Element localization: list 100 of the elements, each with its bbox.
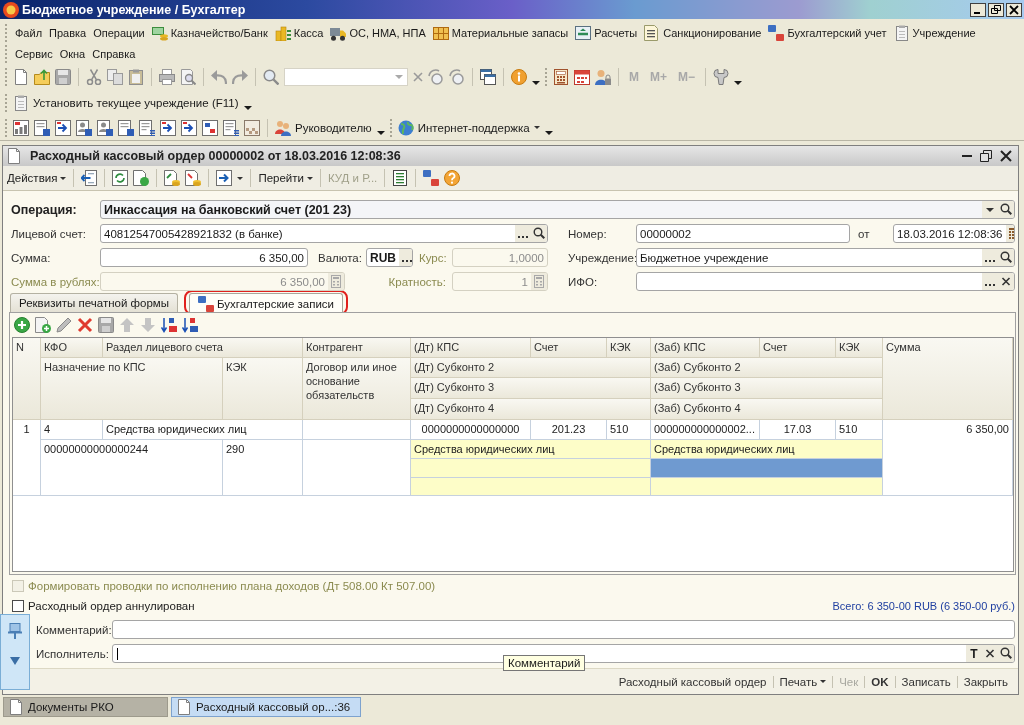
table-cell[interactable] bbox=[651, 459, 883, 478]
date-field[interactable]: 18.03.2016 12:08:36 bbox=[893, 224, 1015, 243]
menu-item[interactable]: Материальные запасы bbox=[432, 24, 569, 41]
squares-icon[interactable] bbox=[423, 170, 440, 186]
document-icon[interactable] bbox=[133, 170, 150, 186]
column-header[interactable]: (Заб) Субконто 4 bbox=[651, 399, 883, 420]
search-arrow-icon[interactable] bbox=[428, 69, 444, 85]
column-header[interactable]: Назначение по КПС bbox=[41, 358, 223, 420]
folder-icon[interactable] bbox=[34, 69, 50, 85]
menu-button[interactable]: Печать bbox=[772, 675, 833, 688]
column-header[interactable]: (Заб) Субконто 2 bbox=[651, 358, 883, 378]
table-cell[interactable]: Средства юридических лиц bbox=[651, 440, 883, 459]
clipboard-icon[interactable] bbox=[128, 69, 144, 85]
pencil-icon[interactable] bbox=[56, 317, 72, 333]
calendar-icon[interactable] bbox=[574, 69, 590, 85]
column-header[interactable]: Счет bbox=[760, 338, 836, 358]
menu-item[interactable]: Окна bbox=[59, 47, 86, 60]
search-icon[interactable] bbox=[998, 249, 1014, 266]
list-report-icon[interactable] bbox=[139, 119, 155, 136]
close-icon[interactable] bbox=[1000, 150, 1012, 162]
menu-item[interactable]: Сервис bbox=[15, 47, 53, 60]
restore-icon[interactable] bbox=[980, 150, 992, 162]
table-cell[interactable] bbox=[411, 459, 651, 478]
document-icon[interactable] bbox=[13, 69, 29, 85]
support-menu-button[interactable]: Интернет-поддержка bbox=[397, 119, 540, 136]
search-arrow-icon[interactable] bbox=[449, 69, 465, 85]
help-icon[interactable] bbox=[444, 170, 461, 186]
taskbar-button[interactable]: Документы РКО bbox=[3, 697, 168, 717]
grip-handle-icon[interactable] bbox=[5, 23, 8, 42]
grip-handle-icon[interactable] bbox=[5, 44, 8, 63]
search-icon[interactable] bbox=[531, 225, 547, 242]
column-header[interactable]: Договор или иное основание обязательств bbox=[303, 358, 411, 420]
column-header[interactable]: Сумма bbox=[883, 338, 1013, 420]
user-report-icon[interactable] bbox=[97, 119, 113, 136]
menu-item[interactable]: ОС, НМА, НПА bbox=[330, 24, 426, 41]
coins-document-icon[interactable] bbox=[185, 170, 202, 186]
amount-field[interactable]: 6 350,00 bbox=[100, 248, 308, 267]
menu-item[interactable]: Правка bbox=[49, 26, 87, 39]
taskbar-button[interactable]: Расходный кассовый ор...:36 bbox=[171, 697, 361, 717]
arrow-down-icon[interactable] bbox=[10, 657, 20, 665]
arrow-icon[interactable] bbox=[216, 170, 233, 186]
arrow-report-icon[interactable] bbox=[160, 119, 176, 136]
table-cell[interactable] bbox=[651, 478, 883, 496]
printer-icon[interactable] bbox=[159, 69, 175, 85]
number-field[interactable]: 00000002 bbox=[636, 224, 850, 243]
institution-field[interactable]: Бюджетное учреждение bbox=[636, 248, 1015, 267]
column-header[interactable]: КЭК bbox=[223, 358, 303, 420]
caret-icon[interactable] bbox=[243, 106, 252, 110]
grip-handle-icon[interactable] bbox=[5, 118, 8, 137]
squares-report-icon[interactable] bbox=[202, 119, 218, 136]
table-cell[interactable] bbox=[411, 478, 651, 496]
bar-chart-report-icon[interactable] bbox=[13, 119, 29, 136]
column-header[interactable]: Контрагент bbox=[303, 338, 411, 358]
menu-item[interactable]: Санкционирование bbox=[644, 24, 762, 41]
user-report-icon[interactable] bbox=[76, 119, 92, 136]
checkered-icon[interactable] bbox=[244, 119, 260, 136]
report-icon[interactable] bbox=[34, 119, 50, 136]
command-button[interactable]: Расходный кассовый ордер bbox=[612, 675, 773, 688]
column-header[interactable]: (Дт) Субконто 4 bbox=[411, 399, 651, 420]
menu-item[interactable]: Операции bbox=[93, 26, 145, 39]
coins-document-icon[interactable] bbox=[164, 170, 181, 186]
tab[interactable]: Бухгалтерские записи bbox=[189, 293, 344, 313]
caret-icon[interactable] bbox=[237, 176, 244, 180]
menu-item[interactable]: Касса bbox=[274, 24, 324, 41]
tab[interactable]: Реквизиты печатной формы bbox=[10, 293, 178, 312]
list-report-icon[interactable] bbox=[223, 119, 239, 136]
close-icon[interactable] bbox=[1006, 2, 1022, 17]
ifo-field[interactable] bbox=[636, 272, 1015, 291]
clear-icon[interactable] bbox=[998, 273, 1014, 290]
checkbox[interactable] bbox=[12, 599, 24, 612]
delete-icon[interactable] bbox=[77, 317, 93, 333]
command-button[interactable]: Записать bbox=[894, 675, 957, 688]
column-header[interactable]: (Дт) Субконто 2 bbox=[411, 358, 651, 378]
search-icon[interactable] bbox=[998, 201, 1014, 218]
refresh-icon[interactable] bbox=[112, 170, 129, 186]
set-institution-button[interactable]: Установить текущее учреждение (F11) bbox=[13, 94, 239, 111]
column-header[interactable]: (Заб) КПС bbox=[651, 338, 760, 358]
grip-handle-icon[interactable] bbox=[545, 68, 548, 86]
more-icon[interactable] bbox=[515, 225, 531, 242]
search-icon[interactable] bbox=[998, 645, 1014, 662]
comment-field[interactable] bbox=[112, 620, 1015, 639]
account-field[interactable]: 40812547005428921832 (в банке) bbox=[100, 224, 548, 243]
column-header[interactable]: КЭК bbox=[836, 338, 883, 358]
column-header[interactable]: (Дт) КПС bbox=[411, 338, 531, 358]
minimize-icon[interactable] bbox=[970, 2, 986, 17]
menu-item[interactable]: Учреждение bbox=[893, 24, 976, 41]
arrow-document-icon[interactable] bbox=[81, 170, 98, 186]
column-header[interactable]: Счет bbox=[531, 338, 607, 358]
windows-icon[interactable] bbox=[480, 69, 496, 85]
print-preview-icon[interactable] bbox=[180, 69, 196, 85]
scissors-icon[interactable] bbox=[86, 69, 102, 85]
copy-add-icon[interactable] bbox=[35, 317, 51, 333]
caret-icon[interactable] bbox=[532, 81, 540, 85]
caret-icon[interactable] bbox=[376, 131, 385, 135]
info-icon[interactable] bbox=[511, 69, 527, 85]
caret-icon[interactable] bbox=[734, 81, 743, 85]
pin-icon[interactable] bbox=[7, 623, 23, 639]
report-icon[interactable] bbox=[118, 119, 134, 136]
text-button[interactable]: T bbox=[966, 645, 982, 662]
calculator-icon[interactable] bbox=[553, 69, 569, 85]
